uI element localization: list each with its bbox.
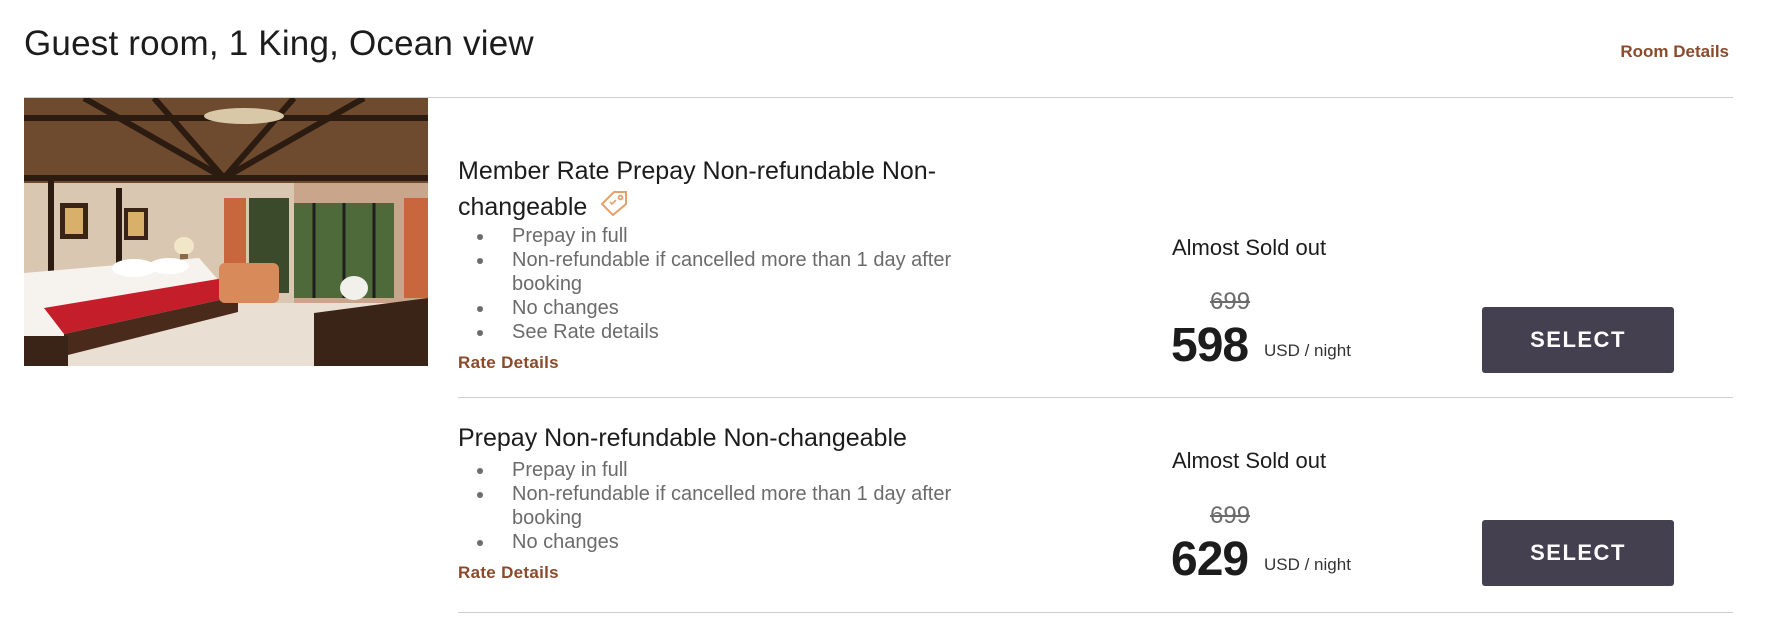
- tag-icon[interactable]: [600, 190, 628, 226]
- room-photo[interactable]: [24, 98, 428, 366]
- original-price: 699: [1210, 288, 1251, 315]
- select-button[interactable]: SELECT: [1482, 307, 1674, 373]
- rate-name-text: Member Rate Prepay Non-refundable Non-ch…: [458, 157, 937, 221]
- room-photo-image: [24, 98, 428, 366]
- list-item: Non-refundable if cancelled more than 1 …: [468, 248, 988, 296]
- select-button[interactable]: SELECT: [1482, 520, 1674, 586]
- rate-details-link[interactable]: Rate Details: [458, 353, 559, 373]
- rate-name: Member Rate Prepay Non-refundable Non-ch…: [458, 153, 1018, 226]
- rate-details-link[interactable]: Rate Details: [458, 563, 559, 583]
- rate-features: Prepay in full Non-refundable if cancell…: [468, 458, 988, 554]
- room-details-link[interactable]: Room Details: [1620, 42, 1729, 62]
- price-unit: USD / night: [1264, 555, 1351, 574]
- rate-name-text: Prepay Non-refundable Non-changeable: [458, 424, 907, 452]
- availability-status: Almost Sold out: [1172, 235, 1327, 260]
- price: 598: [1171, 319, 1249, 372]
- original-price: 699: [1210, 502, 1251, 529]
- price-unit: USD / night: [1264, 341, 1351, 360]
- room-title: Guest room, 1 King, Ocean view: [24, 24, 534, 63]
- list-item: Prepay in full: [468, 224, 988, 248]
- rate-name: Prepay Non-refundable Non-changeable: [458, 420, 1018, 456]
- list-item: Prepay in full: [468, 458, 988, 482]
- list-item: Non-refundable if cancelled more than 1 …: [468, 482, 988, 530]
- price: 629: [1171, 533, 1249, 586]
- list-item: No changes: [468, 296, 988, 320]
- list-item: No changes: [468, 530, 988, 554]
- divider: [458, 612, 1733, 613]
- rate-option: Member Rate Prepay Non-refundable Non-ch…: [458, 98, 1733, 398]
- list-item: See Rate details: [468, 320, 988, 344]
- rate-features: Prepay in full Non-refundable if cancell…: [468, 224, 988, 344]
- availability-status: Almost Sold out: [1172, 448, 1327, 473]
- rate-option: Prepay Non-refundable Non-changeable Pre…: [458, 398, 1733, 613]
